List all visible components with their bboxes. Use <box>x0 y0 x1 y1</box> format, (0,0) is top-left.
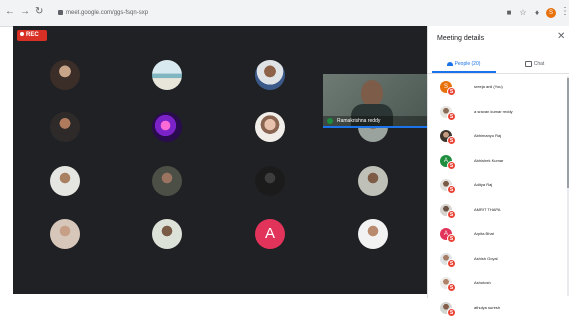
profile-avatar[interactable]: S <box>546 8 556 18</box>
panel-title: Meeting details <box>437 35 485 42</box>
mic-active-icon <box>327 118 333 124</box>
extension-badge-icon: S <box>447 258 456 268</box>
participant-tile[interactable] <box>152 219 182 249</box>
participant-tile[interactable]: A <box>255 219 285 249</box>
meeting-stage: REC A Ramakrishna reddy <box>13 26 427 294</box>
participant-tile[interactable] <box>152 60 182 90</box>
participant-name: athulya suresh <box>474 304 501 310</box>
participant-name: Aditya Raj <box>474 182 493 187</box>
participant-row[interactable]: S Aditya Raj <box>428 174 569 196</box>
participant-tile[interactable] <box>50 112 80 142</box>
participant-row[interactable]: S Abhimanyu Raj <box>428 125 569 147</box>
participant-name: Ashish Goyal <box>474 255 498 261</box>
extension-badge-icon: S <box>447 111 456 121</box>
url-text: meet.google.com/ggs-fsqn-sxp <box>66 10 149 16</box>
extension-badge-icon: S <box>447 160 456 170</box>
extension-badge-icon: S <box>447 136 456 145</box>
participant-name: Abhishek Kumar <box>474 157 504 163</box>
extension-badge-icon: S <box>447 234 456 243</box>
participant-name: sreeja anil (You) <box>474 84 503 89</box>
participant-tile[interactable] <box>152 166 182 196</box>
speaker-video-face <box>361 80 383 106</box>
participant-row[interactable]: S Ssreeja anil (You) <box>428 76 569 98</box>
lock-icon <box>58 9 63 15</box>
meeting-details-panel: Meeting details ✕ People (20) Chat S Ssre… <box>427 26 569 317</box>
extension-badge-icon: S <box>447 209 456 219</box>
participant-name: Abhimanyu Raj <box>474 133 502 138</box>
extension-badge-icon: S <box>447 283 456 292</box>
recording-badge: REC <box>17 30 47 41</box>
participant-name: AMRIT THAPA <box>474 206 501 212</box>
participant-tile[interactable] <box>50 219 80 249</box>
participant-tile[interactable] <box>50 60 80 90</box>
star-icon[interactable]: ☆ <box>519 9 527 17</box>
tab-chat-label: Chat <box>533 61 545 67</box>
forward-icon[interactable]: → <box>20 7 30 17</box>
camera-permission-icon[interactable]: ■ <box>505 9 513 17</box>
browser-toolbar: ← → ↻ meet.google.com/ggs-fsqn-sxp ■ ☆ ♦… <box>0 0 569 27</box>
record-dot-icon <box>20 32 24 37</box>
tab-people[interactable]: People (20) <box>428 57 499 71</box>
participant-row[interactable]: S AMRIT THAPA <box>428 199 569 221</box>
extension-icon[interactable]: ♦ <box>533 9 541 17</box>
address-bar[interactable]: meet.google.com/ggs-fsqn-sxp <box>58 8 248 19</box>
speaker-highlight-bar <box>323 126 427 128</box>
participant-row[interactable]: A S Arpita Bhat <box>428 223 569 245</box>
participant-name: a sravan kumar reddy <box>474 108 513 114</box>
participant-name: Arpita Bhat <box>474 231 494 236</box>
participant-tile[interactable] <box>50 166 80 196</box>
tab-chat[interactable]: Chat <box>499 57 569 71</box>
participant-initial: A <box>264 225 275 242</box>
participant-tile[interactable] <box>255 112 285 142</box>
participant-tile[interactable] <box>358 219 388 249</box>
extension-badge-icon: S <box>447 87 456 96</box>
speaker-name-bar: Ramakrishna reddy <box>323 116 427 126</box>
extension-badge-icon: S <box>447 185 456 194</box>
people-icon <box>446 61 453 66</box>
participant-tile[interactable] <box>255 166 285 196</box>
chat-icon <box>524 60 532 67</box>
tab-divider <box>428 73 569 74</box>
participant-tile[interactable] <box>152 112 182 142</box>
participant-row[interactable]: S Ashutosh <box>428 272 569 294</box>
tab-people-label: People (20) <box>454 61 481 67</box>
active-speaker-tile[interactable]: Ramakrishna reddy <box>323 74 427 126</box>
participant-tile[interactable] <box>358 166 388 196</box>
participant-row[interactable]: A S Abhishek Kumar <box>428 150 569 172</box>
participant-tile[interactable] <box>255 60 285 90</box>
browser-menu-icon[interactable]: ⋮ <box>560 6 569 17</box>
rec-label: REC <box>26 32 39 38</box>
speaker-name: Ramakrishna reddy <box>337 118 381 124</box>
participant-row[interactable]: Sathulya suresh <box>428 297 569 319</box>
extension-badge-icon: S <box>447 307 456 317</box>
back-icon[interactable]: ← <box>5 7 15 17</box>
participant-row[interactable]: S Ashish Goyal <box>428 248 569 270</box>
reload-icon[interactable]: ↻ <box>35 7 43 17</box>
close-icon[interactable]: ✕ <box>557 32 565 42</box>
participant-row[interactable]: Sa sravan kumar reddy <box>428 101 569 123</box>
participant-name: Ashutosh <box>474 280 491 285</box>
